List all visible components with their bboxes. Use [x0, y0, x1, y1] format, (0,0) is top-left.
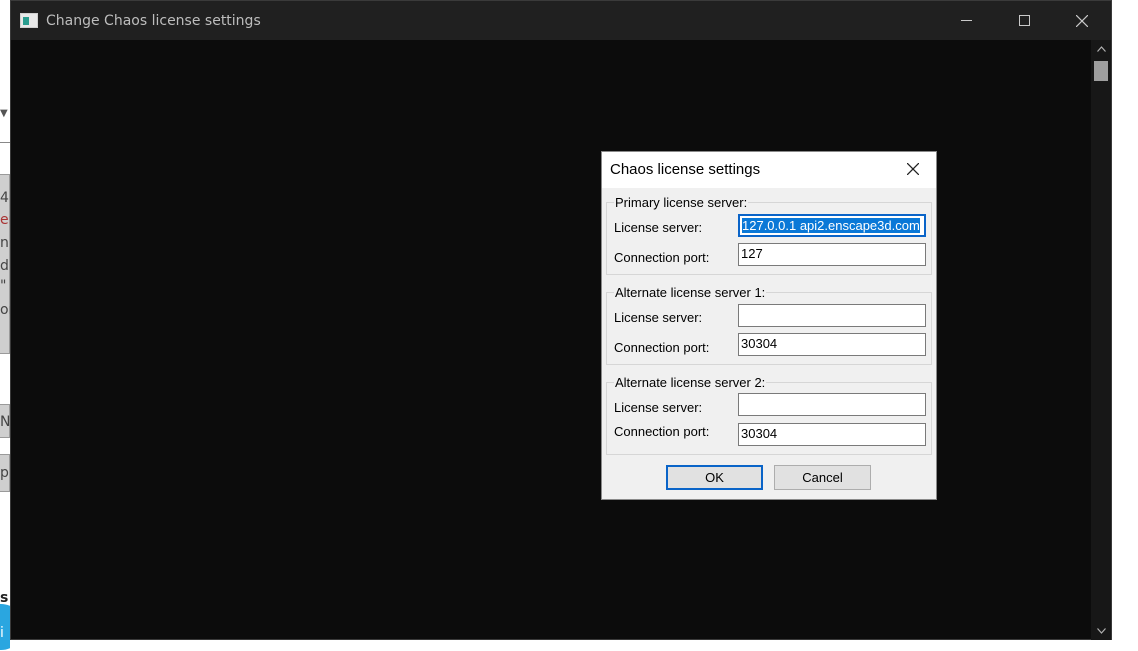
connection-port-label: Connection port: [614, 424, 710, 439]
dialog-close-icon[interactable] [902, 158, 924, 180]
divider [0, 142, 10, 143]
window-controls [937, 1, 1111, 40]
alternate-1-license-server-input[interactable] [738, 304, 926, 327]
alternate-2-connection-port-input[interactable]: 30304 [738, 423, 926, 446]
license-server-label: License server: [614, 400, 703, 415]
ok-button[interactable]: OK [666, 465, 763, 490]
background-window-edge: ▼ 4 er n d " or N p s i [0, 0, 10, 651]
connection-port-label: Connection port: [614, 250, 710, 265]
console-app-icon [20, 13, 38, 28]
alternate-server-1-group: Alternate license server 1: License serv… [606, 285, 932, 365]
primary-server-group: Primary license server: License server: … [606, 195, 932, 275]
connection-port-label: Connection port: [614, 340, 710, 355]
scroll-thumb[interactable] [1094, 61, 1108, 81]
console-titlebar[interactable]: Change Chaos license settings [11, 1, 1111, 40]
primary-license-server-input[interactable]: 127.0.0.1 api2.enscape3d.com [738, 214, 926, 237]
background-text-fragment: n [0, 235, 9, 251]
group-title: Alternate license server 2: [614, 375, 767, 390]
license-settings-dialog: Chaos license settings Primary license s… [601, 151, 937, 500]
alternate-1-connection-port-input[interactable]: 30304 [738, 333, 926, 356]
license-server-label: License server: [614, 220, 703, 235]
background-text-fragment: 4 [0, 190, 9, 206]
console-window: Change Chaos license settings [10, 0, 1112, 640]
group-title: Primary license server: [614, 195, 749, 210]
background-text-fragment: d [0, 258, 9, 274]
alternate-2-license-server-input[interactable] [738, 393, 926, 416]
alternate-server-2-group: Alternate license server 2: License serv… [606, 375, 932, 455]
dropdown-arrow-icon: ▼ [0, 108, 8, 119]
close-icon[interactable] [1053, 1, 1111, 40]
selected-text: 127.0.0.1 api2.enscape3d.com [742, 218, 920, 233]
minimize-icon[interactable] [937, 1, 995, 40]
background-text-fragment: p [0, 465, 9, 481]
console-title: Change Chaos license settings [46, 12, 261, 29]
background-text-fragment: N [0, 414, 10, 430]
background-text-fragment: " [0, 278, 7, 294]
cancel-button[interactable]: Cancel [774, 465, 871, 490]
background-text-fragment: er [0, 212, 10, 228]
background-text-fragment: or [0, 302, 10, 318]
maximize-icon[interactable] [995, 1, 1053, 40]
dialog-titlebar[interactable]: Chaos license settings [602, 152, 936, 188]
dialog-title: Chaos license settings [610, 161, 761, 178]
scroll-up-icon[interactable] [1091, 40, 1111, 58]
primary-connection-port-input[interactable]: 127 [738, 243, 926, 266]
group-title: Alternate license server 1: [614, 285, 767, 300]
license-server-label: License server: [614, 310, 703, 325]
background-text-fragment: i [0, 625, 4, 641]
console-scrollbar[interactable] [1091, 40, 1111, 640]
scroll-down-icon[interactable] [1091, 622, 1111, 640]
